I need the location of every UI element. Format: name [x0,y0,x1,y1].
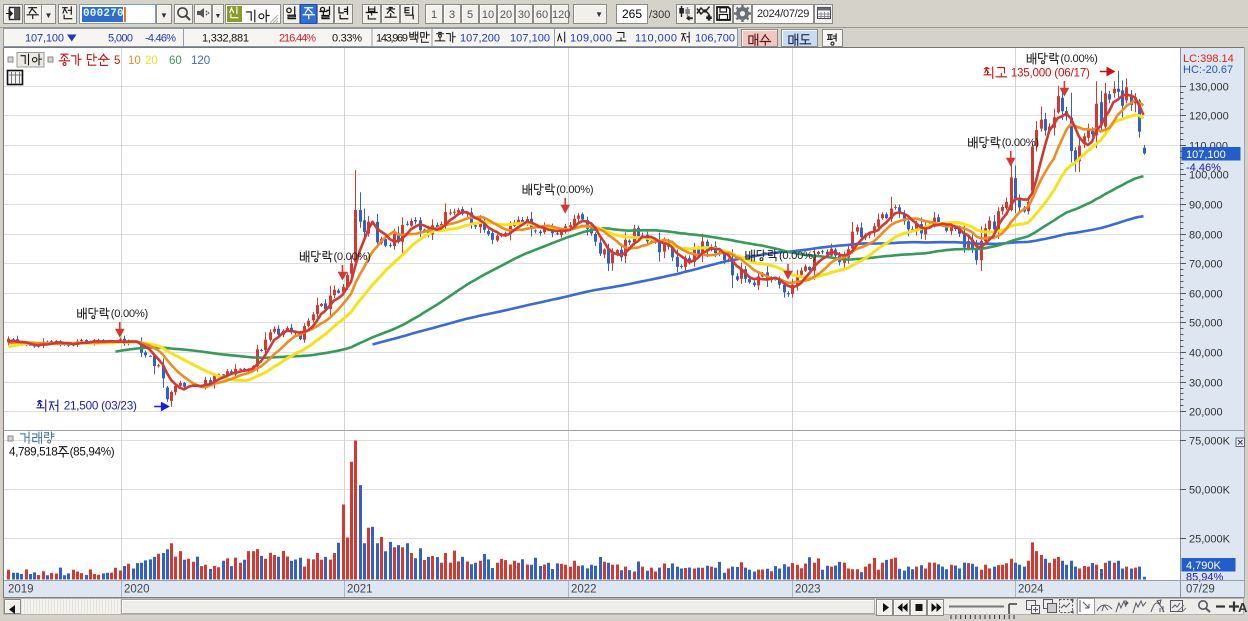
svg-text:A: A [1238,600,1248,615]
